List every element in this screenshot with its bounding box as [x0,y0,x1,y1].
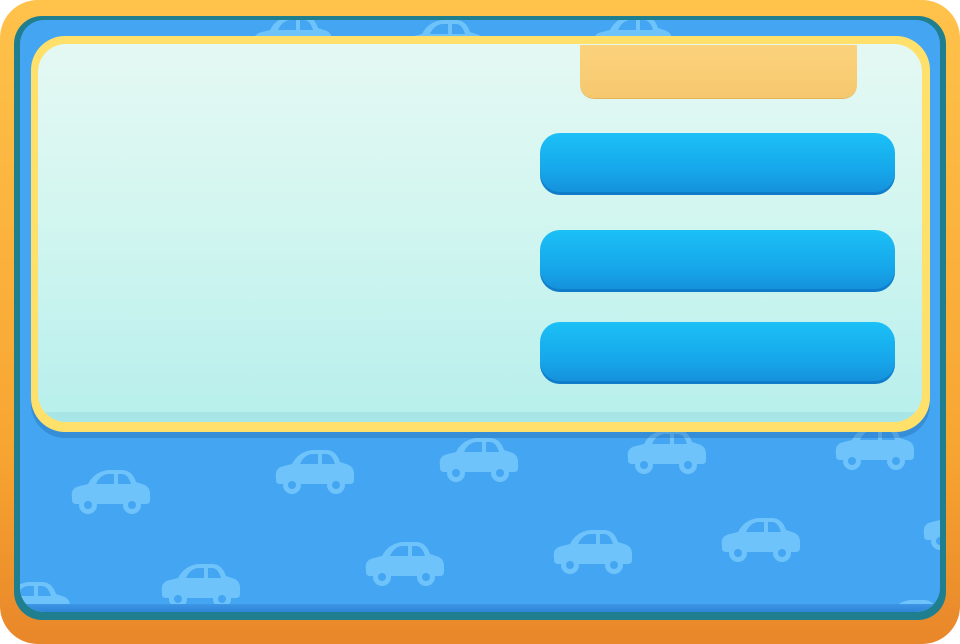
car-icon [439,438,518,482]
car-icon [71,470,150,514]
car-icon [721,518,800,562]
car-icon [553,530,632,574]
board-bottom-edge [20,604,940,612]
car-icon [923,506,940,550]
menu-button-1[interactable] [540,133,895,195]
menu-button-3[interactable] [540,322,895,384]
menu-button-2[interactable] [540,230,895,292]
car-icon [161,564,240,608]
car-icon [365,542,444,586]
car-icon [275,450,354,494]
header-tab [580,45,857,98]
